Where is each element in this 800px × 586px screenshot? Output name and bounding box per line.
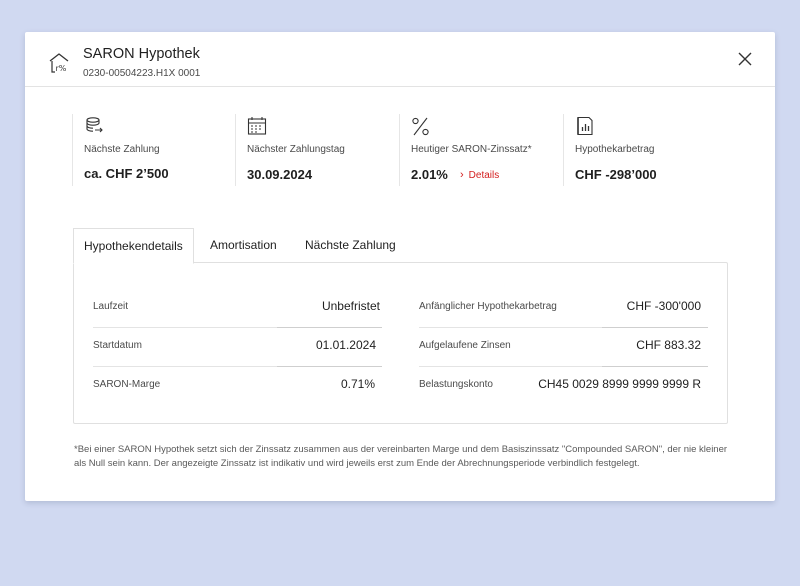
stat-label: Hypothekarbetrag	[575, 144, 655, 155]
stat-mortgage-amount: Hypothekarbetrag CHF -298’000	[563, 114, 728, 186]
house-percent-icon: r%	[49, 53, 69, 73]
stat-label: Nächste Zahlung	[84, 144, 160, 155]
mortgage-card: r% SARON Hypothek 0230-00504223.H1X 0001…	[25, 32, 775, 501]
calendar-icon	[247, 117, 267, 135]
chevron-right-icon: ›	[460, 169, 464, 181]
detail-value: CHF 883.32	[636, 338, 701, 352]
percent-icon	[412, 117, 429, 136]
detail-value: CH45 0029 8999 9999 9999 R	[538, 377, 701, 391]
stat-saron-rate: Heutiger SARON-Zinssatz* 2.01% › Details	[399, 114, 564, 186]
coins-icon	[86, 117, 103, 133]
detail-row: SARON-Marge 0.71%	[93, 367, 382, 406]
account-number: 0230-00504223.H1X 0001	[83, 68, 201, 79]
detail-row: Laufzeit Unbefristet	[93, 289, 382, 328]
details-panel: Laufzeit Unbefristet Startdatum 01.01.20…	[73, 262, 728, 424]
stat-value: CHF -298’000	[575, 167, 657, 182]
footnote: *Bei einer SARON Hypothek setzt sich der…	[74, 444, 728, 469]
stat-value: 30.09.2024	[247, 167, 313, 182]
page-title: SARON Hypothek	[83, 46, 200, 62]
detail-label: Laufzeit	[93, 301, 129, 312]
detail-value: 01.01.2024	[315, 338, 376, 352]
stat-label: Heutiger SARON-Zinssatz*	[411, 144, 532, 155]
stat-next-payment-date: Nächster Zahlungstag 30.09.2024	[235, 114, 400, 186]
detail-label: Startdatum	[93, 340, 142, 351]
stat-next-payment: Nächste Zahlung ca. CHF 2’500	[72, 114, 235, 186]
detail-label: Anfänglicher Hypothekarbetrag	[419, 301, 557, 312]
stat-value: ca. CHF 2’500	[84, 166, 169, 181]
details-link-label: Details	[468, 170, 500, 181]
detail-row: Belastungskonto CH45 0029 8999 9999 9999…	[419, 367, 708, 406]
detail-row: Anfänglicher Hypothekarbetrag CHF -300'0…	[419, 289, 708, 328]
detail-value: Unbefristet	[321, 299, 380, 313]
detail-label: Aufgelaufene Zinsen	[419, 340, 511, 351]
stat-label: Nächster Zahlungstag	[247, 144, 345, 155]
tab-naechste-zahlung[interactable]: Nächste Zahlung	[305, 228, 396, 262]
tab-amortisation[interactable]: Amortisation	[210, 228, 277, 262]
detail-value: CHF -300'000	[626, 299, 701, 313]
card-header: r% SARON Hypothek 0230-00504223.H1X 0001	[25, 32, 775, 87]
document-chart-icon	[577, 116, 593, 136]
svg-text:r%: r%	[56, 64, 67, 73]
tab-hypothekendetails[interactable]: Hypothekendetails	[73, 228, 194, 264]
detail-label: SARON-Marge	[93, 379, 161, 390]
detail-label: Belastungskonto	[419, 379, 493, 390]
detail-row: Startdatum 01.01.2024	[93, 328, 382, 367]
close-icon[interactable]	[738, 52, 752, 66]
stat-value: 2.01%	[411, 167, 448, 182]
detail-value: 0.71%	[340, 377, 375, 391]
details-link[interactable]: › Details	[460, 169, 499, 181]
detail-row: Aufgelaufene Zinsen CHF 883.32	[419, 328, 708, 367]
